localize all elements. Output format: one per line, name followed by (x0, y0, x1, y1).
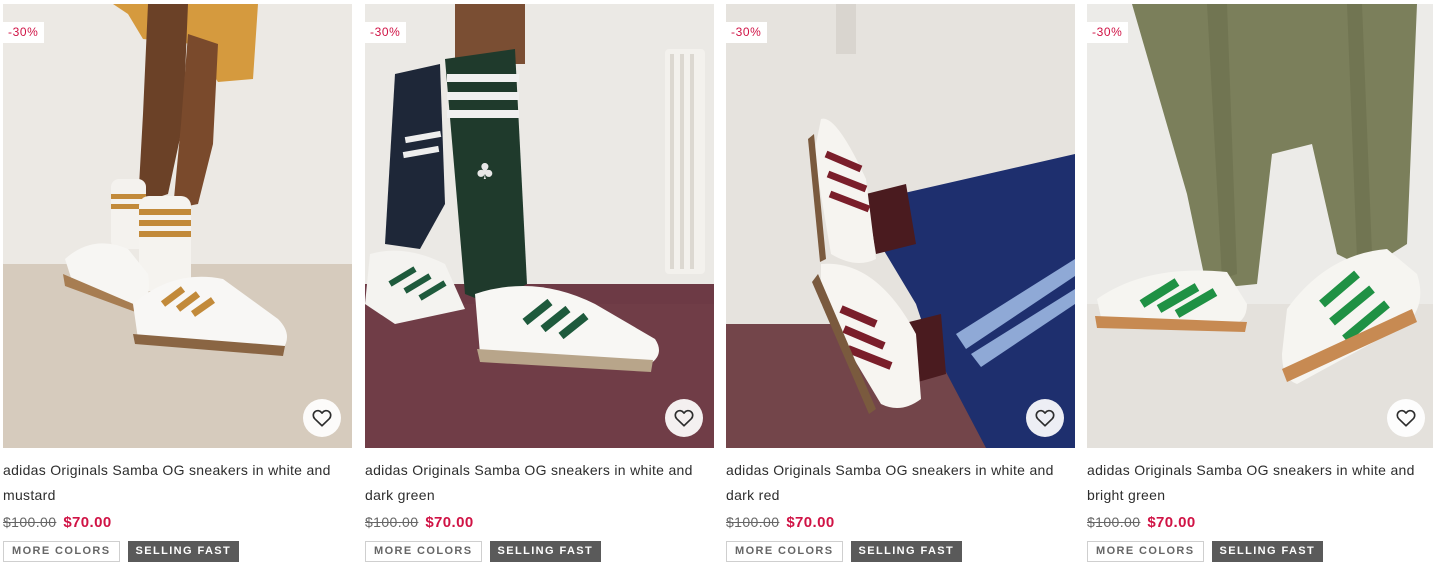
product-card[interactable]: -30% adidas Originals Samba OG sneakers … (3, 4, 352, 562)
product-photo: ♣ (365, 4, 714, 448)
original-price: $100.00 (3, 514, 57, 530)
product-image[interactable]: -30% (726, 4, 1075, 448)
product-card[interactable]: ♣ -30% adidas Originals Samba OG sneaker… (365, 4, 714, 562)
selling-fast-tag: SELLING FAST (127, 541, 240, 562)
more-colors-tag: MORE COLORS (365, 541, 482, 562)
heart-icon (312, 409, 332, 427)
price-row: $100.00 $70.00 (3, 512, 352, 533)
product-card[interactable]: -30% adidas Originals Samba OG sneakers … (726, 4, 1075, 562)
save-for-later-button[interactable] (1387, 399, 1425, 437)
price-row: $100.00 $70.00 (1087, 512, 1433, 533)
product-title[interactable]: adidas Originals Samba OG sneakers in wh… (1087, 458, 1433, 508)
original-price: $100.00 (1087, 514, 1141, 530)
discount-badge: -30% (365, 22, 407, 43)
tag-row: MORE COLORS SELLING FAST (3, 541, 352, 562)
discount-badge: -30% (3, 22, 45, 43)
selling-fast-tag: SELLING FAST (1211, 541, 1324, 562)
tag-row: MORE COLORS SELLING FAST (1087, 541, 1433, 562)
sale-price: $70.00 (63, 514, 112, 531)
product-photo (1087, 4, 1433, 448)
more-colors-tag: MORE COLORS (726, 541, 843, 562)
original-price: $100.00 (365, 514, 419, 530)
sale-price: $70.00 (425, 514, 474, 531)
save-for-later-button[interactable] (1026, 399, 1064, 437)
selling-fast-tag: SELLING FAST (850, 541, 963, 562)
product-image[interactable]: ♣ -30% (365, 4, 714, 448)
original-price: $100.00 (726, 514, 780, 530)
discount-badge: -30% (726, 22, 768, 43)
tag-row: MORE COLORS SELLING FAST (365, 541, 714, 562)
heart-icon (674, 409, 694, 427)
heart-icon (1035, 409, 1055, 427)
tag-row: MORE COLORS SELLING FAST (726, 541, 1075, 562)
price-row: $100.00 $70.00 (726, 512, 1075, 533)
save-for-later-button[interactable] (665, 399, 703, 437)
product-photo (3, 4, 352, 448)
heart-icon (1396, 409, 1416, 427)
svg-text:♣: ♣ (475, 160, 495, 185)
product-image[interactable]: -30% (3, 4, 352, 448)
sale-price: $70.00 (786, 514, 835, 531)
product-title[interactable]: adidas Originals Samba OG sneakers in wh… (726, 458, 1075, 508)
discount-badge: -30% (1087, 22, 1129, 43)
more-colors-tag: MORE COLORS (3, 541, 120, 562)
selling-fast-tag: SELLING FAST (489, 541, 602, 562)
more-colors-tag: MORE COLORS (1087, 541, 1204, 562)
sale-price: $70.00 (1147, 514, 1196, 531)
product-title[interactable]: adidas Originals Samba OG sneakers in wh… (365, 458, 714, 508)
price-row: $100.00 $70.00 (365, 512, 714, 533)
product-title[interactable]: adidas Originals Samba OG sneakers in wh… (3, 458, 352, 508)
product-card[interactable]: -30% adidas Originals Samba OG sneakers … (1087, 4, 1433, 562)
product-image[interactable]: -30% (1087, 4, 1433, 448)
product-grid: -30% adidas Originals Samba OG sneakers … (0, 0, 1433, 580)
product-photo (726, 4, 1075, 448)
save-for-later-button[interactable] (303, 399, 341, 437)
